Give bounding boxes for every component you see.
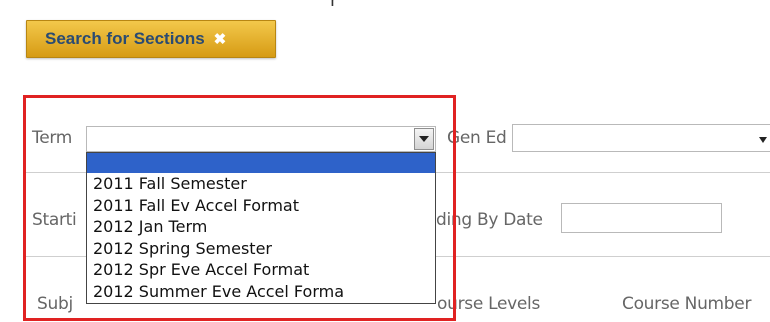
window-top-text: r <box>330 0 338 11</box>
close-icon[interactable]: ✖ <box>214 30 227 48</box>
gen-ed-dropdown-arrow-icon[interactable] <box>759 137 767 143</box>
search-tab-label: Search for Sections <box>45 29 205 48</box>
highlight-box <box>23 95 456 321</box>
gen-ed-select[interactable] <box>512 124 770 152</box>
ending-by-date-input[interactable] <box>561 203 722 233</box>
course-number-label: Course Number <box>622 294 752 314</box>
search-for-sections-tab[interactable]: Search for Sections ✖ <box>26 20 276 58</box>
